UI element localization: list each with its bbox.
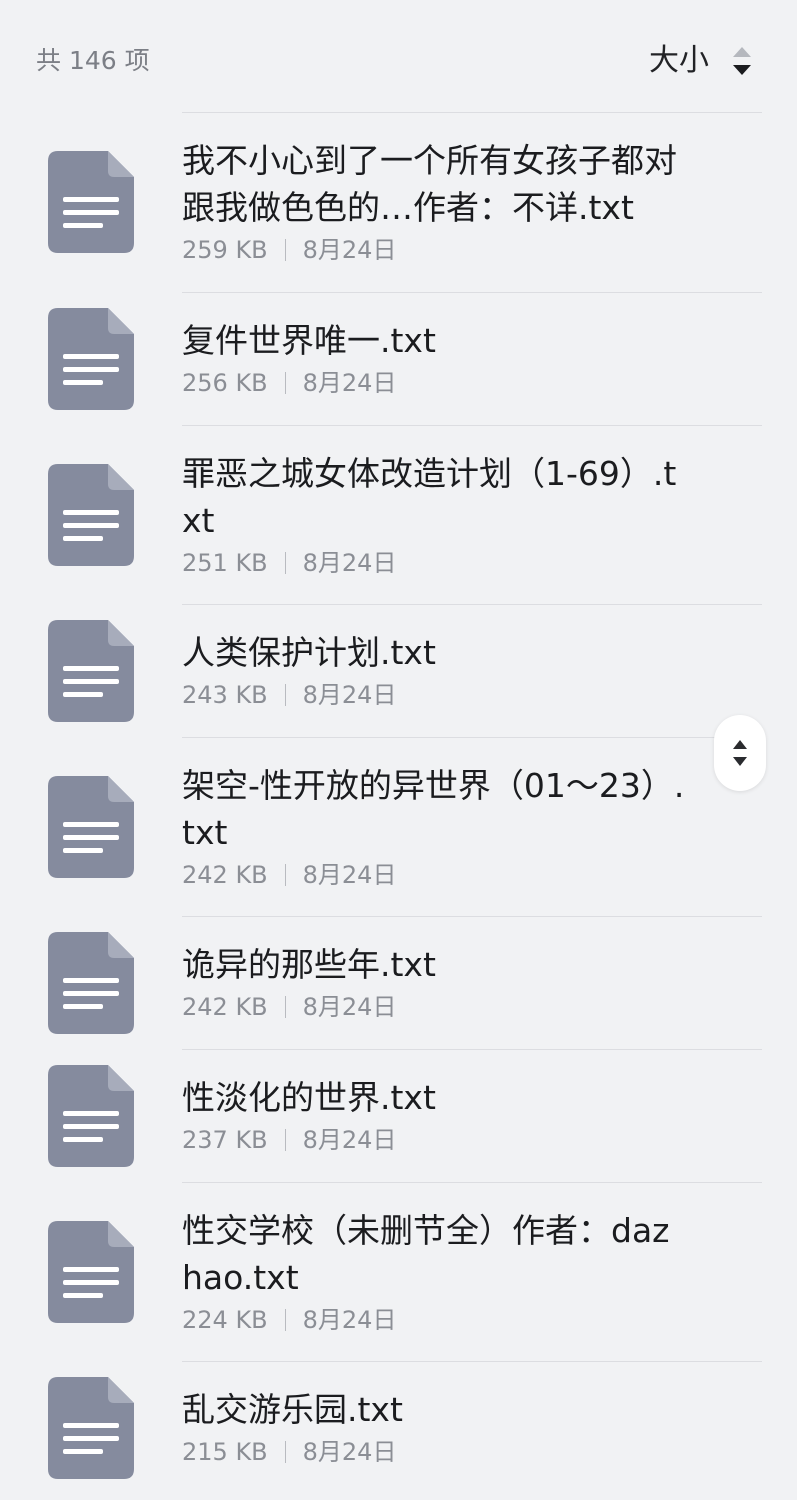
document-icon xyxy=(48,776,134,878)
row-divider xyxy=(182,292,762,293)
file-meta: 224 KB 8月24日 xyxy=(182,1303,687,1337)
file-date: 8月24日 xyxy=(302,681,397,709)
file-info: 架空-性开放的异世界（01～23）.txt 242 KB 8月24日 xyxy=(182,762,687,892)
sort-by-size-button[interactable]: 大小 xyxy=(649,40,753,82)
fast-scroll-handle[interactable] xyxy=(714,715,766,791)
file-row[interactable]: 复件世界唯一.txt 256 KB 8月24日 xyxy=(0,292,797,425)
document-icon xyxy=(48,151,134,253)
file-name: 性淡化的世界.txt xyxy=(182,1078,436,1117)
file-row[interactable]: 架空-性开放的异世界（01～23）.txt 242 KB 8月24日 xyxy=(0,737,797,916)
file-row[interactable]: 性淡化的世界.txt 237 KB 8月24日 xyxy=(0,1049,797,1182)
file-date: 8月24日 xyxy=(302,549,397,577)
document-icon xyxy=(48,1065,134,1167)
file-name: 诡异的那些年.txt xyxy=(182,945,436,984)
meta-separator xyxy=(284,552,286,574)
file-date: 8月24日 xyxy=(302,236,397,264)
file-name: 罪恶之城女体改造计划（1-69）.txt xyxy=(182,454,677,540)
meta-separator xyxy=(284,239,286,261)
file-date: 8月24日 xyxy=(302,861,397,889)
file-list: 我不小心到了一个所有女孩子都对跟我做色色的…作者：不详.txt 259 KB 8月2… xyxy=(0,112,797,1494)
document-icon xyxy=(48,932,134,1034)
file-info: 乱交游乐园.txt 215 KB 8月24日 xyxy=(182,1386,687,1469)
document-icon xyxy=(48,1377,134,1479)
file-meta: 251 KB 8月24日 xyxy=(182,546,687,580)
file-size: 242 KB xyxy=(182,861,268,889)
file-date: 8月24日 xyxy=(302,1438,397,1466)
file-info: 人类保护计划.txt 243 KB 8月24日 xyxy=(182,629,687,712)
file-size: 242 KB xyxy=(182,993,268,1021)
row-divider xyxy=(182,425,762,426)
file-size: 256 KB xyxy=(182,369,268,397)
file-meta: 259 KB 8月24日 xyxy=(182,233,687,267)
file-row[interactable]: 诡异的那些年.txt 242 KB 8月24日 xyxy=(0,916,797,1049)
file-meta: 243 KB 8月24日 xyxy=(182,678,687,712)
meta-separator xyxy=(284,1129,286,1151)
file-info: 罪恶之城女体改造计划（1-69）.txt 251 KB 8月24日 xyxy=(182,450,687,580)
scroll-up-down-icon xyxy=(733,740,747,766)
meta-separator xyxy=(284,372,286,394)
row-divider xyxy=(182,737,762,738)
row-divider xyxy=(182,916,762,917)
file-size: 251 KB xyxy=(182,549,268,577)
file-name: 性交学校（未删节全）作者：dazhao.txt xyxy=(182,1211,670,1297)
file-size: 215 KB xyxy=(182,1438,268,1466)
file-meta: 242 KB 8月24日 xyxy=(182,990,687,1024)
file-date: 8月24日 xyxy=(302,369,397,397)
file-name: 我不小心到了一个所有女孩子都对跟我做色色的…作者：不详.txt xyxy=(182,141,677,227)
file-size: 224 KB xyxy=(182,1306,268,1334)
meta-separator xyxy=(284,864,286,886)
file-size: 259 KB xyxy=(182,236,268,264)
file-meta: 237 KB 8月24日 xyxy=(182,1123,687,1157)
file-info: 性淡化的世界.txt 237 KB 8月24日 xyxy=(182,1074,687,1157)
file-info: 性交学校（未删节全）作者：dazhao.txt 224 KB 8月24日 xyxy=(182,1207,687,1337)
file-info: 复件世界唯一.txt 256 KB 8月24日 xyxy=(182,317,687,400)
file-meta: 242 KB 8月24日 xyxy=(182,858,687,892)
row-divider xyxy=(182,1182,762,1183)
file-date: 8月24日 xyxy=(302,1306,397,1334)
sort-up-down-icon xyxy=(733,47,751,75)
meta-separator xyxy=(284,996,286,1018)
meta-separator xyxy=(284,684,286,706)
file-row[interactable]: 罪恶之城女体改造计划（1-69）.txt 251 KB 8月24日 xyxy=(0,425,797,604)
list-header: 共 146 项 大小 xyxy=(0,0,797,112)
document-icon xyxy=(48,308,134,410)
file-date: 8月24日 xyxy=(302,1126,397,1154)
file-row[interactable]: 我不小心到了一个所有女孩子都对跟我做色色的…作者：不详.txt 259 KB 8月2… xyxy=(0,112,797,292)
file-meta: 256 KB 8月24日 xyxy=(182,366,687,400)
file-row[interactable]: 人类保护计划.txt 243 KB 8月24日 xyxy=(0,604,797,737)
file-name: 乱交游乐园.txt xyxy=(182,1390,403,1429)
file-row[interactable]: 性交学校（未删节全）作者：dazhao.txt 224 KB 8月24日 xyxy=(0,1182,797,1361)
row-divider xyxy=(182,1049,762,1050)
row-divider xyxy=(182,604,762,605)
file-size: 237 KB xyxy=(182,1126,268,1154)
sort-label: 大小 xyxy=(649,43,709,78)
document-icon xyxy=(48,1221,134,1323)
file-meta: 215 KB 8月24日 xyxy=(182,1435,687,1469)
item-count: 共 146 项 xyxy=(36,46,150,75)
file-date: 8月24日 xyxy=(302,993,397,1021)
meta-separator xyxy=(284,1441,286,1463)
file-name: 架空-性开放的异世界（01～23）.txt xyxy=(182,766,685,852)
row-divider xyxy=(182,112,762,113)
document-icon xyxy=(48,620,134,722)
row-divider xyxy=(182,1361,762,1362)
file-name: 复件世界唯一.txt xyxy=(182,321,436,360)
file-info: 诡异的那些年.txt 242 KB 8月24日 xyxy=(182,941,687,1024)
meta-separator xyxy=(284,1309,286,1331)
file-size: 243 KB xyxy=(182,681,268,709)
file-name: 人类保护计划.txt xyxy=(182,633,436,672)
file-info: 我不小心到了一个所有女孩子都对跟我做色色的…作者：不详.txt 259 KB 8月2… xyxy=(182,137,687,267)
document-icon xyxy=(48,464,134,566)
file-row[interactable]: 乱交游乐园.txt 215 KB 8月24日 xyxy=(0,1361,797,1494)
